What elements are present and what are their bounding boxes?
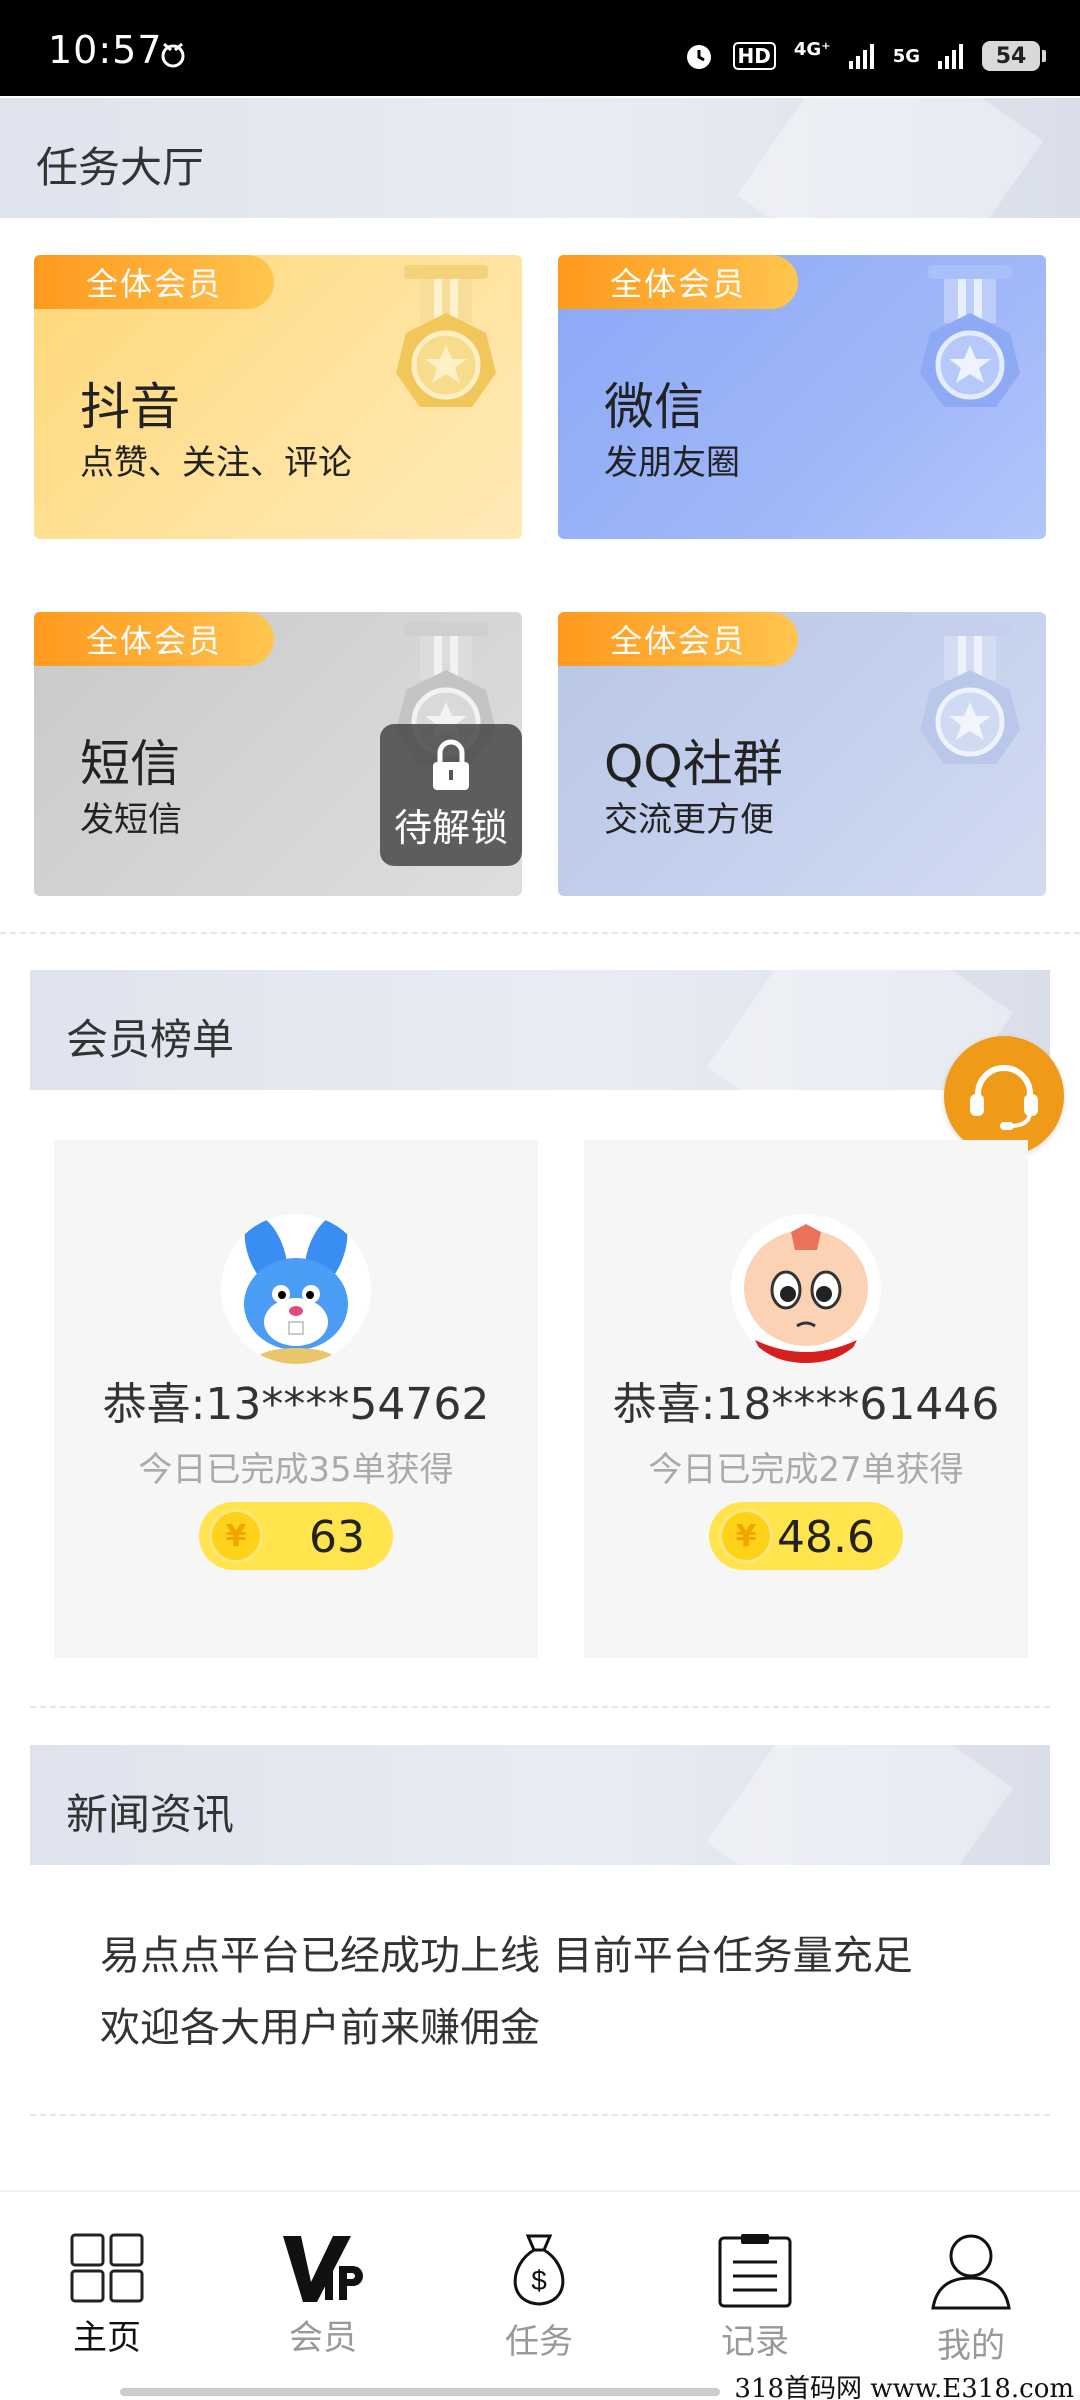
avatar xyxy=(221,1214,371,1364)
nav-vip[interactable]: 会员 xyxy=(248,2232,398,2372)
hd-icon: HD xyxy=(732,42,776,70)
rank-name: 恭喜:13****54762 xyxy=(102,1379,490,1430)
card-title: 抖音 xyxy=(80,378,180,436)
nav-profile[interactable]: 我的 xyxy=(896,2232,1046,2372)
coin-icon: ¥ xyxy=(209,1509,263,1563)
4g-signal-icon: 4G⁺ xyxy=(794,39,831,73)
vip-icon xyxy=(283,2236,363,2302)
5g-label: 5G xyxy=(892,45,920,67)
news-line: 易点点平台已经成功上线 目前平台任务量充足 xyxy=(100,1933,913,1979)
rank-card: 恭喜:18****61446 今日已完成27单获得 ¥ 48.6 xyxy=(584,1140,1028,1658)
card-subtitle: 发朋友圈 xyxy=(604,443,740,483)
divider xyxy=(30,2114,1050,2116)
card-title: QQ社群 xyxy=(604,735,783,793)
ranking-title: 会员榜单 xyxy=(66,1015,235,1064)
member-badge: 全体会员 xyxy=(34,255,274,309)
ranking-header: 会员榜单 xyxy=(30,970,1050,1090)
blue-medal-icon xyxy=(920,265,1020,407)
locked-overlay[interactable]: 待解锁 xyxy=(380,724,522,866)
4g-label: 4G⁺ xyxy=(793,39,831,60)
reward-pill: ¥ 63 xyxy=(199,1502,393,1570)
task-hall-header: 任务大厅 xyxy=(0,98,1080,218)
member-badge: 全体会员 xyxy=(34,612,274,666)
nav-home[interactable]: 主页 xyxy=(32,2232,182,2372)
rank-name: 恭喜:18****61446 xyxy=(612,1379,1000,1430)
member-badge: 全体会员 xyxy=(558,255,798,309)
coin-icon: ¥ xyxy=(719,1509,773,1563)
clipboard-icon xyxy=(718,2234,792,2308)
card-subtitle: 交流更方便 xyxy=(604,800,774,840)
nav-tasks[interactable]: $ 任务 xyxy=(464,2232,614,2372)
grid-icon xyxy=(70,2233,144,2303)
news-title: 新闻资讯 xyxy=(66,1790,235,1839)
cartoon-boy-avatar-icon xyxy=(731,1214,881,1364)
alarm-icon xyxy=(686,45,711,69)
battery-indicator: 54 xyxy=(982,41,1046,71)
customer-service-button[interactable] xyxy=(944,1036,1064,1156)
member-badge: 全体会员 xyxy=(558,612,798,666)
card-title: 短信 xyxy=(80,735,180,793)
nav-label: 主页 xyxy=(73,2318,141,2358)
lock-icon xyxy=(433,739,469,790)
headset-icon xyxy=(970,1065,1038,1130)
status-time: 10:57 xyxy=(48,28,163,72)
rank-description: 今日已完成35单获得 xyxy=(138,1450,454,1490)
blue-rabbit-avatar-icon xyxy=(221,1214,371,1364)
nav-label: 记录 xyxy=(721,2322,789,2362)
task-card-qq[interactable]: 全体会员 QQ社群 交流更方便 xyxy=(558,612,1046,896)
news-content[interactable]: 易点点平台已经成功上线 目前平台任务量充足 欢迎各大用户前来赚佣金 xyxy=(100,1920,1000,2064)
card-subtitle: 发短信 xyxy=(80,800,182,840)
home-indicator[interactable] xyxy=(120,2388,720,2396)
signal-bars-icon xyxy=(848,44,874,69)
money-bag-icon: $ xyxy=(513,2234,565,2306)
app-notification-icon xyxy=(161,42,185,68)
nav-label: 我的 xyxy=(937,2326,1005,2366)
divider xyxy=(0,932,1080,934)
nav-records[interactable]: 记录 xyxy=(680,2232,830,2372)
nav-label: 会员 xyxy=(289,2318,357,2358)
signal-bars-icon-2 xyxy=(938,44,963,69)
task-card-douyin[interactable]: 全体会员 抖音 点赞、关注、评论 xyxy=(34,255,522,539)
task-hall-title: 任务大厅 xyxy=(36,143,205,192)
card-subtitle: 点赞、关注、评论 xyxy=(80,443,352,483)
svg-text:$: $ xyxy=(531,2265,547,2296)
watermark: 318首码网 www.E318.com xyxy=(734,2368,1074,2400)
avatar xyxy=(731,1214,881,1364)
status-icons: HD 4G⁺ 5G 54 xyxy=(683,36,1046,76)
reward-pill: ¥ 48.6 xyxy=(709,1502,903,1570)
news-header: 新闻资讯 xyxy=(30,1745,1050,1865)
user-icon xyxy=(931,2234,1011,2310)
news-line: 欢迎各大用户前来赚佣金 xyxy=(100,2005,540,2051)
gold-medal-icon xyxy=(396,265,496,407)
pale-blue-medal-icon xyxy=(920,622,1020,764)
reward-value: 63 xyxy=(309,1512,365,1563)
rank-card: 恭喜:13****54762 今日已完成35单获得 ¥ 63 xyxy=(54,1140,538,1658)
card-title: 微信 xyxy=(604,378,704,436)
lock-label: 待解锁 xyxy=(393,806,508,850)
rank-description: 今日已完成27单获得 xyxy=(648,1450,964,1490)
status-bar: 10:57 HD 4G⁺ 5G 54 xyxy=(0,0,1080,96)
nav-label: 任务 xyxy=(505,2322,573,2362)
reward-value: 48.6 xyxy=(777,1512,875,1563)
task-card-weixin[interactable]: 全体会员 微信 发朋友圈 xyxy=(558,255,1046,539)
divider xyxy=(30,1706,1050,1708)
task-card-sms[interactable]: 全体会员 短信 发短信 待解锁 xyxy=(34,612,522,896)
